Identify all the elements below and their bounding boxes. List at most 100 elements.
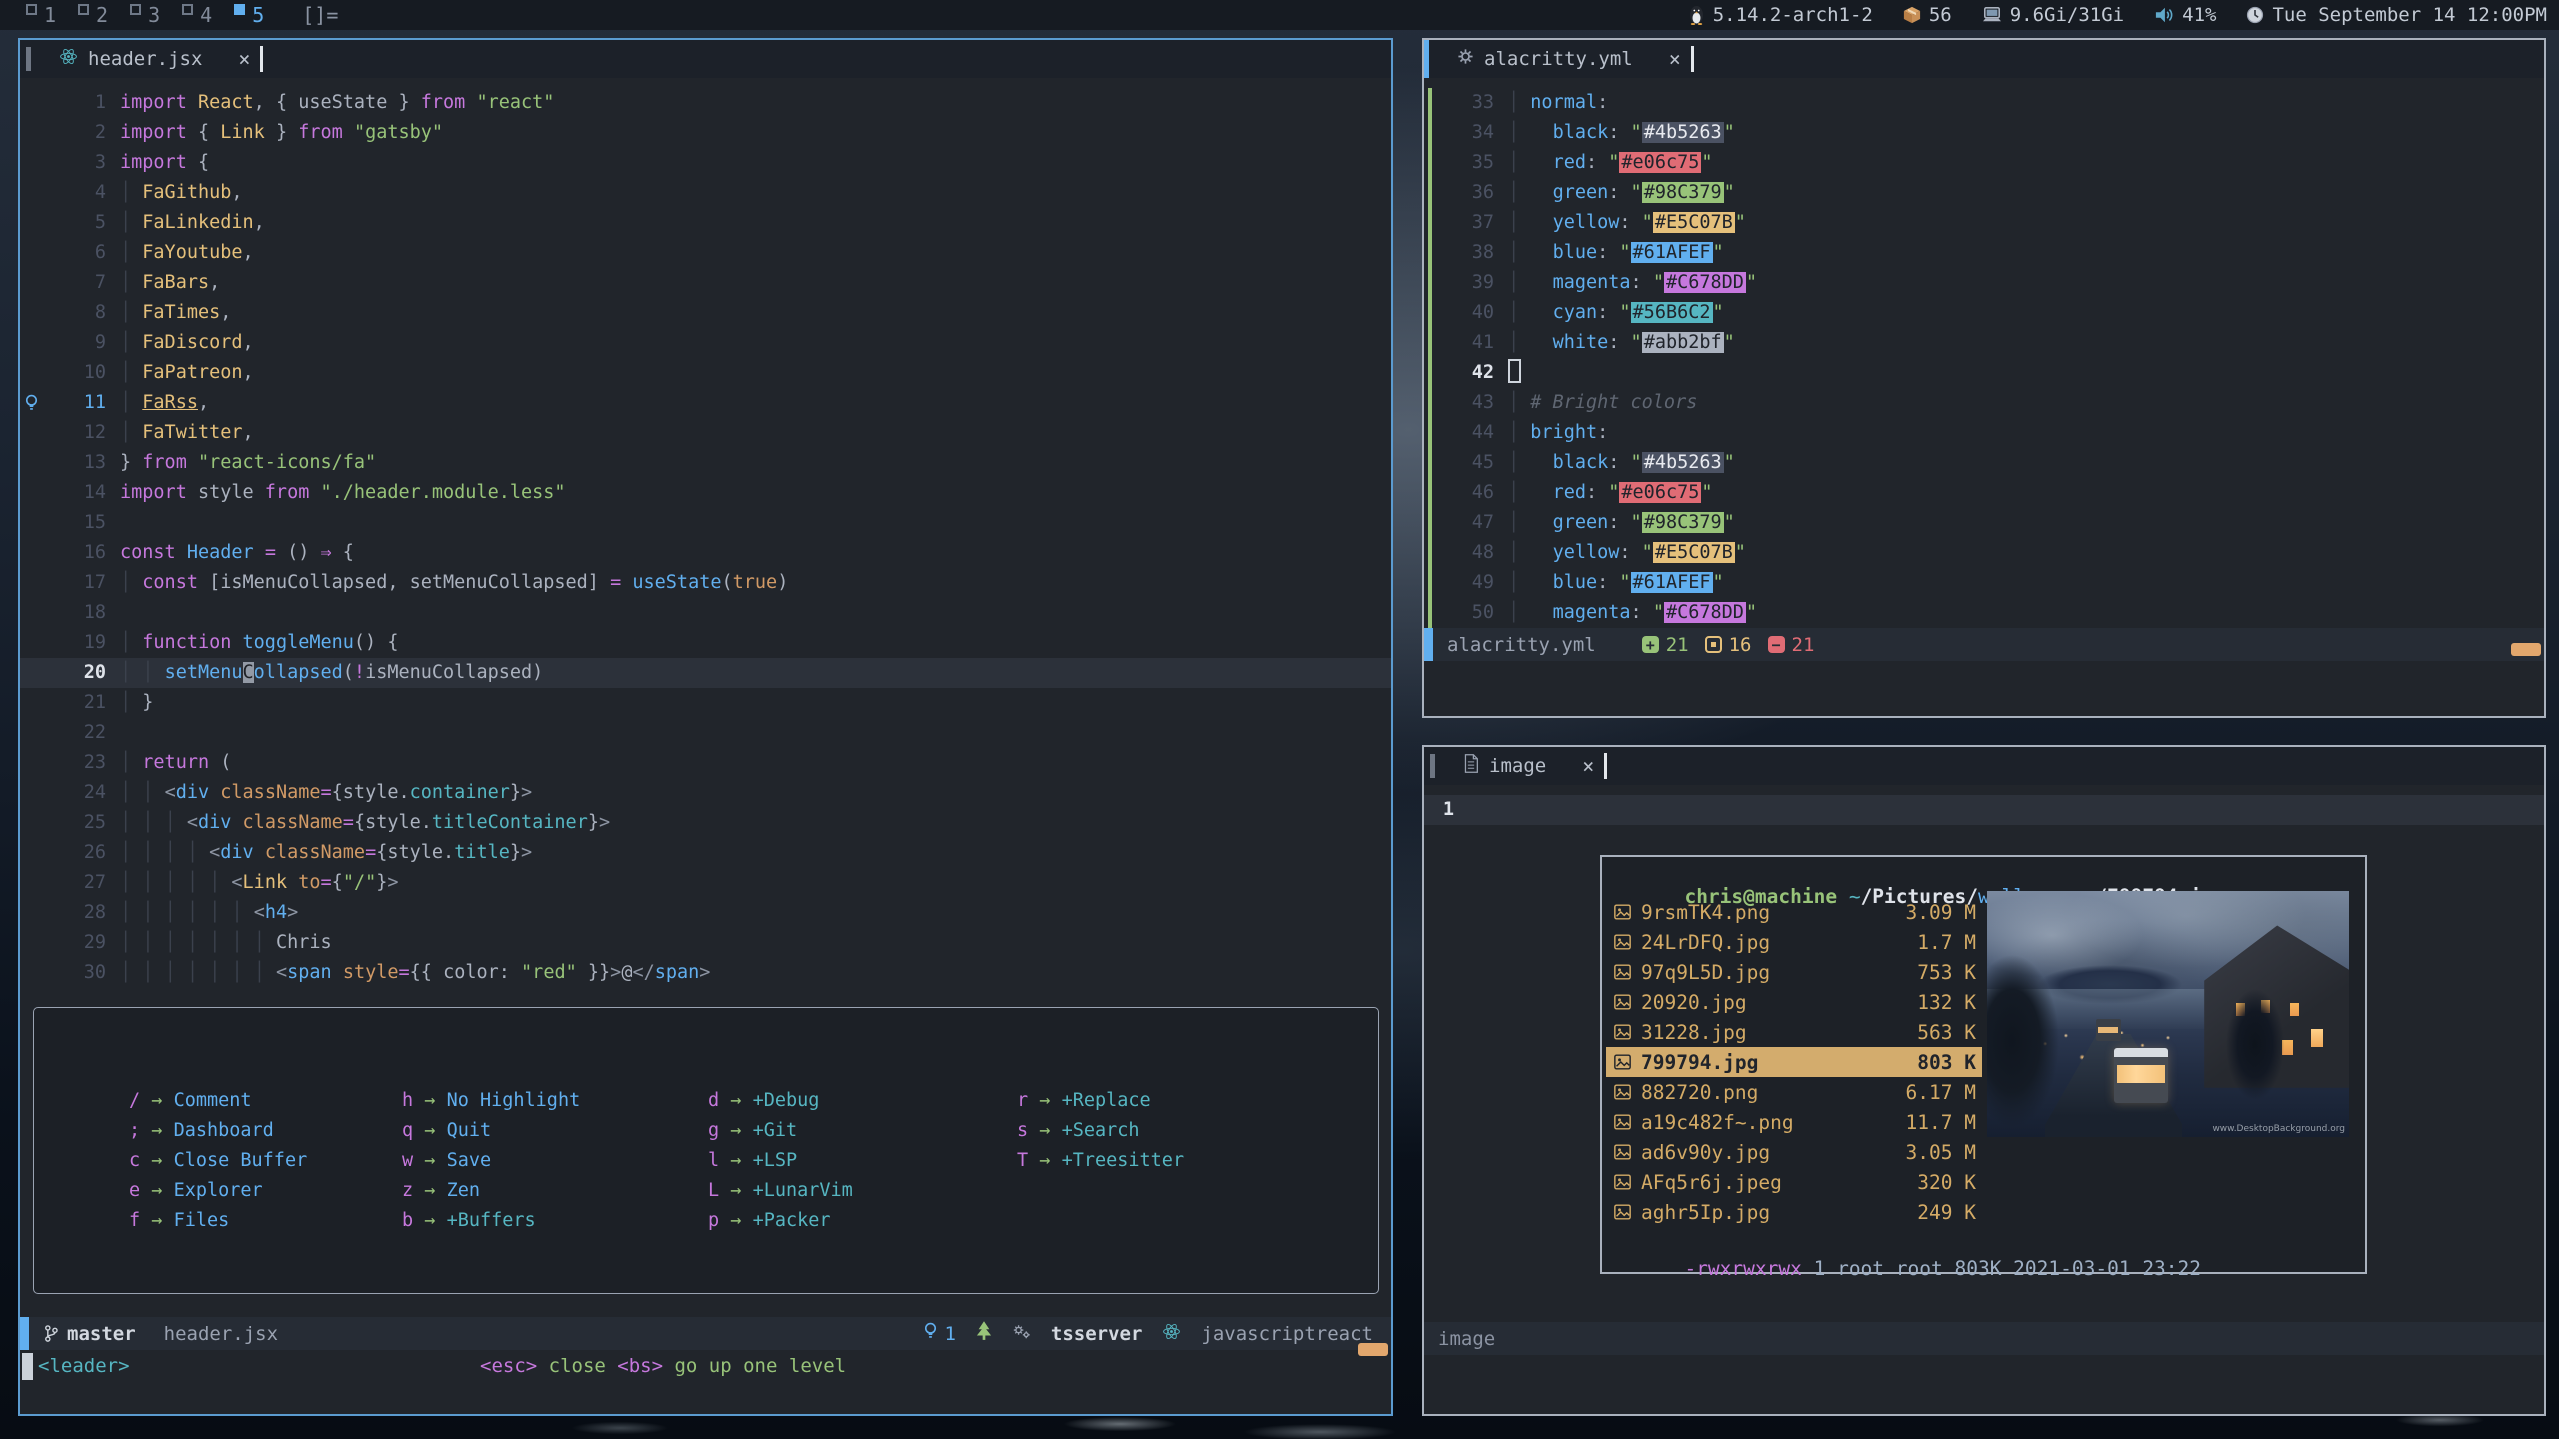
file-row-97q9L5D.jpg[interactable]: 97q9L5D.jpg753 K bbox=[1606, 957, 1982, 987]
tab-alacritty-yml[interactable]: alacritty.yml × bbox=[1457, 47, 1681, 71]
code-text: │ FaDiscord, bbox=[120, 328, 1391, 358]
workspace-3[interactable]: 3 bbox=[130, 1, 160, 29]
sign-column bbox=[20, 928, 46, 958]
whichkey-item--buffers[interactable]: b → +Buffers bbox=[402, 1206, 580, 1236]
line-number: 18 bbox=[46, 598, 106, 628]
mapping-key: p bbox=[708, 1210, 719, 1231]
code-line-43: 43│ # Bright colors bbox=[1424, 388, 2544, 418]
line-number: 4 bbox=[46, 178, 106, 208]
tabline-cursor bbox=[1604, 753, 1607, 779]
code-text: │ return ( bbox=[120, 748, 1391, 778]
code-editor[interactable]: 33│ normal:34│ black: "#4b5263"35│ red: … bbox=[1424, 88, 2544, 628]
whichkey-item--packer[interactable]: p → +Packer bbox=[708, 1206, 853, 1236]
alacritty-tabline: alacritty.yml × bbox=[1424, 40, 2544, 78]
mapping-key: d bbox=[708, 1090, 719, 1111]
code-text: │ │ │ │ │ │ │ <span style={{ color: "red… bbox=[120, 958, 1391, 988]
file-row-31228.jpg[interactable]: 31228.jpg563 K bbox=[1606, 1017, 1982, 1047]
file-name: 24LrDFQ.jpg bbox=[1641, 931, 1770, 954]
whichkey-item-files[interactable]: f → Files bbox=[129, 1206, 307, 1236]
top-bar: 12345 []= 5.14.2-arch1-2569.6Gi/31Gi41%T… bbox=[0, 0, 2559, 30]
workspace-4[interactable]: 4 bbox=[182, 1, 212, 29]
file-row-ad6v90y.jpg[interactable]: ad6v90y.jpg3.05 M bbox=[1606, 1137, 1982, 1167]
file-row-24LrDFQ.jpg[interactable]: 24LrDFQ.jpg1.7 M bbox=[1606, 927, 1982, 957]
file-row-9rsmTK4.png[interactable]: 9rsmTK4.png3.09 M bbox=[1606, 897, 1982, 927]
git-add-icon: + bbox=[1642, 636, 1659, 653]
whichkey-item-save[interactable]: w → Save bbox=[402, 1146, 580, 1176]
workspace-5[interactable]: 5 bbox=[234, 1, 264, 29]
sign-column bbox=[20, 598, 46, 628]
whichkey-item--search[interactable]: s → +Search bbox=[1017, 1116, 1184, 1146]
workspace-1[interactable]: 1 bbox=[26, 1, 56, 29]
whichkey-column-3: d → +Debugg → +Gitl → +LSPL → +LunarVimp… bbox=[708, 1086, 853, 1236]
code-text: │ green: "#98C379" bbox=[1508, 178, 2544, 208]
line-number: 11 bbox=[46, 388, 106, 418]
whichkey-item-zen[interactable]: z → Zen bbox=[402, 1176, 580, 1206]
diagnostic-count: 1 bbox=[944, 1323, 955, 1345]
mapping-key: c bbox=[129, 1150, 140, 1171]
image-file-icon bbox=[1614, 1114, 1631, 1130]
sign-column bbox=[20, 358, 46, 388]
code-text: │ │ │ <div className={style.titleContain… bbox=[120, 808, 1391, 838]
code-text: │ red: "#e06c75" bbox=[1508, 478, 2544, 508]
tab-header-jsx[interactable]: header.jsx × bbox=[59, 47, 250, 71]
lsp-server-name: tsserver bbox=[1051, 1323, 1143, 1345]
file-row-aghr5Ip.jpg[interactable]: aghr5Ip.jpg249 K bbox=[1606, 1197, 1982, 1227]
code-text bbox=[120, 508, 1391, 538]
line-number: 44 bbox=[1432, 418, 1494, 448]
whichkey-item-quit[interactable]: q → Quit bbox=[402, 1116, 580, 1146]
line-number: 28 bbox=[46, 898, 106, 928]
whichkey-item-close-buffer[interactable]: c → Close Buffer bbox=[129, 1146, 307, 1176]
diagnostic-hint: 1 bbox=[923, 1321, 955, 1346]
whichkey-item-explorer[interactable]: e → Explorer bbox=[129, 1176, 307, 1206]
file-row-882720.png[interactable]: 882720.png6.17 M bbox=[1606, 1077, 1982, 1107]
file-row-a19c482f~.png[interactable]: a19c482f~.png11.7 M bbox=[1606, 1107, 1982, 1137]
code-line-12: 12│ FaTwitter, bbox=[20, 418, 1391, 448]
code-line-18: 18 bbox=[20, 598, 1391, 628]
code-line-25: 25│ │ │ <div className={style.titleConta… bbox=[20, 808, 1391, 838]
git-branch-name[interactable]: master bbox=[67, 1323, 136, 1345]
close-icon[interactable]: × bbox=[1669, 47, 1681, 71]
line-number: 23 bbox=[46, 748, 106, 778]
code-text: │ magenta: "#C678DD" bbox=[1508, 268, 2544, 298]
mapping-label: +Search bbox=[1062, 1120, 1140, 1141]
lightbulb-icon bbox=[923, 1321, 938, 1346]
code-text bbox=[1508, 358, 2544, 388]
code-text: const Header = () ⇒ { bbox=[120, 538, 1391, 568]
whichkey-item-dashboard[interactable]: ; → Dashboard bbox=[129, 1116, 307, 1146]
code-line-45: 45│ black: "#4b5263" bbox=[1424, 448, 2544, 478]
workspace-2[interactable]: 2 bbox=[78, 1, 108, 29]
code-editor[interactable]: 1 bbox=[1424, 795, 2544, 825]
whichkey-hints: <esc> close <bs> go up one level bbox=[480, 1350, 846, 1383]
sign-column bbox=[20, 628, 46, 658]
close-icon[interactable]: × bbox=[238, 47, 250, 71]
code-editor[interactable]: 1import React, { useState } from "react"… bbox=[20, 88, 1391, 988]
lsp-gears-icon bbox=[1012, 1323, 1031, 1345]
image-preview: www.DesktopBackground.org bbox=[1987, 891, 2349, 1137]
whichkey-item--lsp[interactable]: l → +LSP bbox=[708, 1146, 853, 1176]
code-line-24: 24│ │ <div className={style.container}> bbox=[20, 778, 1391, 808]
code-line-22: 22 bbox=[20, 718, 1391, 748]
close-icon[interactable]: × bbox=[1582, 754, 1594, 778]
arrow-icon: → bbox=[413, 1180, 446, 1201]
whichkey-item-comment[interactable]: / → Comment bbox=[129, 1086, 307, 1116]
file-row-20920.jpg[interactable]: 20920.jpg132 K bbox=[1606, 987, 1982, 1017]
code-line-5: 5│ FaLinkedin, bbox=[20, 208, 1391, 238]
whichkey-item-no-highlight[interactable]: h → No Highlight bbox=[402, 1086, 580, 1116]
line-number: 34 bbox=[1432, 118, 1494, 148]
image-file-icon bbox=[1614, 904, 1631, 920]
sign-column bbox=[20, 748, 46, 778]
line-number: 24 bbox=[46, 778, 106, 808]
whichkey-item--lunarvim[interactable]: L → +LunarVim bbox=[708, 1176, 853, 1206]
tab-image[interactable]: image × bbox=[1463, 754, 1594, 778]
file-row-799794.jpg[interactable]: 799794.jpg803 K bbox=[1606, 1047, 1982, 1077]
file-row-AFq5r6j.jpeg[interactable]: AFq5r6j.jpeg320 K bbox=[1606, 1167, 1982, 1197]
image-file-icon bbox=[1614, 934, 1631, 950]
layout-symbol[interactable]: []= bbox=[302, 3, 338, 27]
whichkey-item--debug[interactable]: d → +Debug bbox=[708, 1086, 853, 1116]
whichkey-item--git[interactable]: g → +Git bbox=[708, 1116, 853, 1146]
arrow-icon: → bbox=[719, 1210, 752, 1231]
whichkey-item--replace[interactable]: r → +Replace bbox=[1017, 1086, 1184, 1116]
scrollbar-handle[interactable] bbox=[2511, 643, 2541, 656]
whichkey-item--treesitter[interactable]: T → +Treesitter bbox=[1017, 1146, 1184, 1176]
line-number: 1 bbox=[1424, 795, 1454, 825]
